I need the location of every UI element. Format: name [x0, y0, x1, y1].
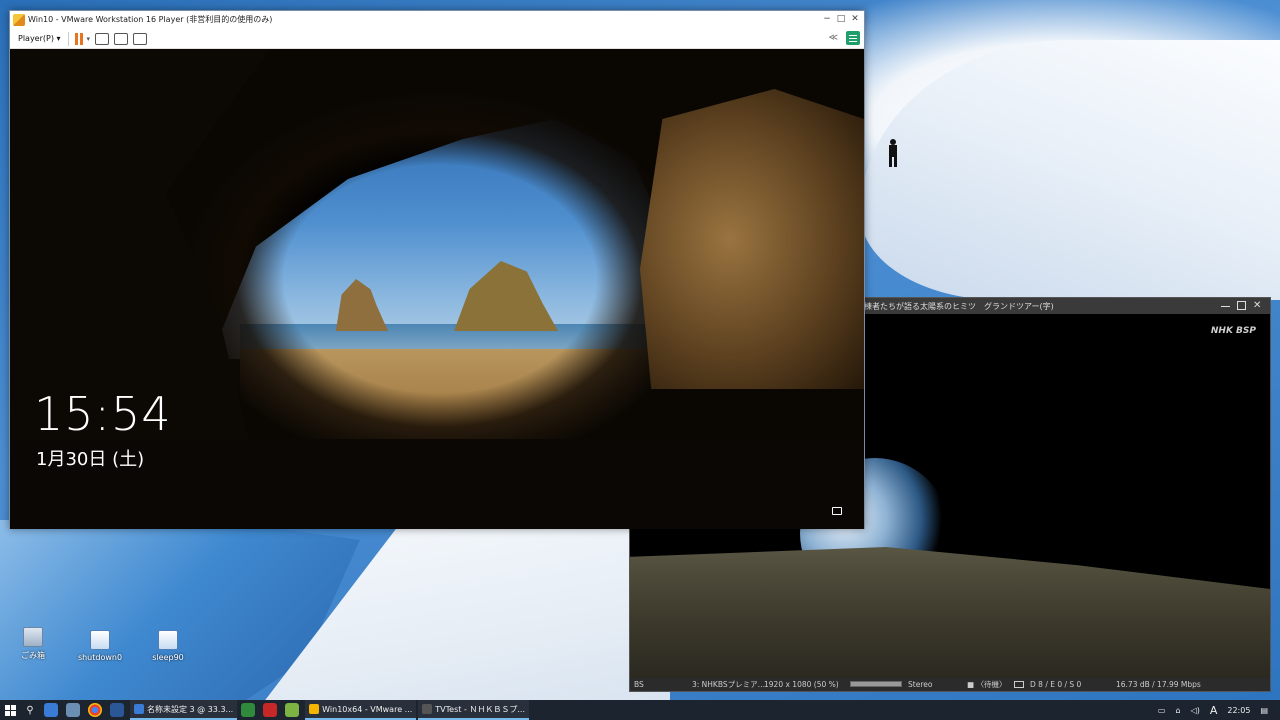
taskbar-app-vmware[interactable]: Win10x64 - VMware ...: [305, 700, 417, 720]
shortcut-icon: [158, 630, 178, 650]
tvtest-icon: [422, 704, 433, 714]
vmware-app-icon: [13, 13, 25, 26]
lockscreen-time: 15:54: [34, 387, 172, 441]
unity-icon[interactable]: [133, 32, 148, 45]
pause-icon[interactable]: [74, 32, 85, 45]
search-icon[interactable]: ⚲: [20, 705, 40, 716]
taskbar-clock[interactable]: 22:05: [1227, 706, 1250, 715]
send-ctrl-alt-del-icon[interactable]: [95, 32, 110, 45]
player-menu[interactable]: Player(P) ▾: [15, 32, 64, 45]
desktop-icon-label: sleep90: [152, 653, 184, 662]
pinned-app-icon[interactable]: [241, 703, 256, 717]
lockscreen-date: 1月30日 (土): [36, 449, 145, 470]
player-menu-label: Player(P): [18, 34, 54, 43]
taskbar-app-tvtest[interactable]: TVTest - ＮＨＫＢＳプ...: [418, 700, 530, 720]
shortcut-icon: [90, 630, 110, 650]
ime-indicator[interactable]: A: [1210, 704, 1218, 717]
taskbar-app-label: 名称未設定 3 @ 33.3...: [147, 704, 234, 714]
vm-guest-screen[interactable]: 15:54 1月30日 (土): [10, 49, 864, 529]
recycle-bin-icon: [23, 627, 43, 647]
tvtest-title: 棟者たちが語る太陽系のヒミツ グランドツアー(字): [864, 301, 1054, 311]
vmware-toolbar: Player(P) ▾ ▾ ≪: [10, 29, 864, 49]
status-resolution[interactable]: 1920 x 1080 (50 %): [764, 680, 839, 689]
system-tray: ▭ ⌂ ◁) A 22:05 ▤: [1153, 700, 1280, 720]
status-audio[interactable]: Stereo: [908, 680, 932, 689]
messages-icon[interactable]: [846, 31, 860, 45]
explorer-icon[interactable]: [66, 703, 80, 717]
volume-icon[interactable]: ◁): [1191, 706, 1200, 715]
desktop-icon-label: ごみ箱: [21, 651, 45, 660]
app-window-icon: [134, 704, 144, 714]
windows-logo-icon: [4, 704, 16, 716]
capture-icon[interactable]: [1014, 681, 1024, 688]
fullscreen-icon[interactable]: [114, 32, 129, 45]
tvtest-minimize-button[interactable]: [1221, 301, 1230, 307]
chrome-icon[interactable]: [88, 703, 102, 717]
desktop-icon-shutdown[interactable]: shutdown0: [72, 630, 128, 662]
status-tuner[interactable]: BS: [634, 680, 644, 689]
taskbar-app-label: Win10x64 - VMware ...: [322, 704, 413, 714]
notification-icon[interactable]: ▤: [1260, 706, 1268, 715]
channel-logo: NHK BSP: [1210, 326, 1256, 336]
start-button[interactable]: [0, 700, 20, 720]
taskbar: ⚲ 名称未設定 3 @ 33.3... Win10x64 - VMware ..…: [0, 700, 1280, 720]
wallpaper-climber: [889, 139, 897, 167]
status-recording[interactable]: ■ 〈待機〉: [967, 679, 1006, 690]
network-icon[interactable]: [832, 507, 842, 515]
video-moon-surface: [630, 547, 1270, 678]
minimize-button[interactable]: −: [820, 13, 834, 25]
lockscreen-cave-wall: [640, 89, 864, 389]
usb-icon[interactable]: ▭: [1158, 706, 1166, 715]
network-icon[interactable]: ⌂: [1175, 706, 1180, 715]
status-signal: 16.73 dB / 17.99 Mbps: [1116, 680, 1201, 689]
vmware-titlebar[interactable]: Win10 - VMware Workstation 16 Player (非営…: [10, 11, 864, 28]
wallpaper-snow-slope: [860, 40, 1280, 300]
task-view-icon[interactable]: [44, 703, 58, 717]
status-channel[interactable]: 3: NHKBSプレミア…: [692, 679, 765, 690]
status-errors: D 8 / E 0 / S 0: [1030, 680, 1082, 689]
collapse-toolbar-icon[interactable]: ≪: [829, 33, 838, 43]
toolbar-separator: [67, 31, 69, 46]
pause-dropdown-icon[interactable]: ▾: [87, 35, 91, 43]
pdf-icon[interactable]: [263, 703, 278, 717]
tvtest-maximize-button[interactable]: [1237, 301, 1246, 310]
notepad-icon[interactable]: [285, 703, 300, 717]
desktop-icon-label: shutdown0: [77, 653, 123, 662]
vmware-title: Win10 - VMware Workstation 16 Player (非営…: [28, 15, 273, 24]
taskbar-app-label: TVTest - ＮＨＫＢＳプ...: [435, 704, 526, 714]
taskbar-app-untitled[interactable]: 名称未設定 3 @ 33.3...: [130, 700, 238, 720]
tvtest-close-button[interactable]: ✕: [1253, 301, 1262, 311]
vmware-window[interactable]: Win10 - VMware Workstation 16 Player (非営…: [9, 10, 865, 529]
settings-icon[interactable]: [110, 703, 124, 717]
tvtest-statusbar: BS 3: NHKBSプレミア… 1920 x 1080 (50 %) Ster…: [630, 678, 1270, 691]
close-button[interactable]: ✕: [848, 13, 862, 25]
desktop-icon-sleep[interactable]: sleep90: [140, 630, 196, 662]
vmware-icon: [309, 704, 320, 714]
maximize-button[interactable]: □: [834, 13, 848, 25]
volume-slider[interactable]: [850, 681, 902, 687]
desktop-icon-recycle-bin[interactable]: ごみ箱: [5, 627, 61, 661]
